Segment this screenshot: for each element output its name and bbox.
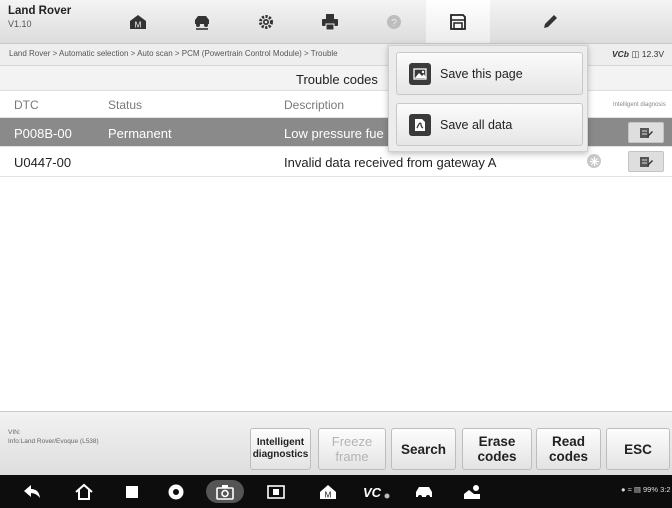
vehicle-info: VIN: Info:Land Rover/Evoque (L538): [8, 428, 99, 446]
column-header-description: Description: [284, 98, 345, 112]
search-button[interactable]: Search: [391, 428, 456, 470]
esc-button[interactable]: ESC: [606, 428, 670, 470]
table-empty-area: [0, 177, 672, 411]
print-icon: [322, 13, 338, 30]
save-this-page-label: Save this page: [440, 66, 523, 81]
back-button[interactable]: [18, 480, 46, 503]
column-header-dtc: DTC: [14, 98, 39, 112]
vci-icon: VC: [363, 485, 390, 500]
column-header-intelligent-diagnosis: Intelligent diagnosis: [613, 102, 666, 108]
top-toolbar: Land Rover V1.10 M ?: [0, 0, 672, 44]
home-icon: M: [130, 14, 146, 29]
dtc-status: Permanent: [108, 126, 172, 141]
help-button[interactable]: ?: [362, 0, 426, 43]
save-icon: [450, 13, 466, 30]
vehicle-info-text: Info:Land Rover/Evoque (L538): [8, 438, 99, 445]
vci-status: VCb ◫ 12.3V: [612, 49, 664, 60]
save-menu: Save this page Save all data: [388, 45, 588, 152]
browser-button[interactable]: [162, 480, 190, 503]
diagnosis-report-icon: [640, 127, 653, 138]
vehicle-swap-button[interactable]: [170, 0, 234, 43]
home-nav-button[interactable]: [70, 480, 98, 503]
save-this-page-button[interactable]: Save this page: [396, 52, 583, 95]
pdf-file-icon: [409, 113, 431, 136]
diagnostics-home-button[interactable]: M: [314, 480, 342, 503]
dtc-code: P008B-00: [14, 126, 72, 141]
system-status: ● ≈ ▤ 99% 3:2: [621, 485, 671, 494]
screen-mirror-icon: [267, 484, 285, 499]
app-name: Land Rover: [8, 5, 72, 17]
breadcrumb: Land Rover > Automatic selection > Auto …: [9, 49, 338, 58]
erase-codes-button[interactable]: Erase codes: [462, 428, 532, 470]
svg-text:M: M: [325, 490, 332, 499]
system-nav-bar: M VC ● ≈ ▤ 99% 3:2: [0, 475, 672, 508]
vin-label: VIN:: [8, 429, 21, 436]
settings-button[interactable]: [234, 0, 298, 43]
svg-text:VC: VC: [363, 485, 382, 500]
vehicle-button[interactable]: [410, 480, 438, 503]
intelligent-diagnosis-button[interactable]: [628, 122, 664, 143]
remote-expert-icon: [464, 484, 480, 499]
intelligent-diagnosis-button[interactable]: [628, 151, 664, 172]
image-icon: [409, 62, 431, 85]
app-brand: Land Rover V1.10: [8, 5, 98, 30]
dtc-description: Invalid data received from gateway A: [284, 155, 497, 170]
recent-apps-icon: [126, 485, 138, 498]
camera-icon: [216, 484, 234, 500]
browser-icon: [168, 484, 184, 499]
save-button[interactable]: [426, 0, 490, 43]
status-icons: ● ≈ ▤: [621, 485, 643, 494]
dtc-code: U0447-00: [14, 155, 72, 170]
column-header-status: Status: [108, 98, 143, 112]
m-home-icon: M: [320, 484, 336, 499]
settings-icon: [259, 14, 273, 29]
dtc-description: Low pressure fue: [284, 126, 384, 141]
vci-voltage: 12.3V: [641, 49, 664, 59]
help-icon: ?: [387, 14, 401, 29]
function-bar: VIN: Info:Land Rover/Evoque (L538) Intel…: [0, 411, 672, 475]
vehicle-swap-icon: [195, 15, 209, 30]
recent-apps-button[interactable]: [118, 480, 146, 503]
intelligent-diagnostics-button[interactable]: Intelligent diagnostics: [250, 428, 311, 470]
back-arrow-icon: [24, 484, 40, 498]
edit-icon: [544, 14, 557, 28]
vci-label: VCb: [612, 49, 629, 59]
diagnosis-report-icon: [640, 156, 653, 167]
freeze-frame-icon: [587, 154, 601, 168]
read-codes-button[interactable]: Read codes: [536, 428, 601, 470]
app-version: V1.10: [8, 19, 32, 29]
print-button[interactable]: [298, 0, 362, 43]
home-button[interactable]: M: [106, 0, 170, 43]
battery-icon: ◫: [631, 49, 640, 59]
freeze-frame-button[interactable]: Freeze frame: [318, 428, 386, 470]
edit-button[interactable]: [518, 0, 582, 43]
page-title: Trouble codes: [296, 72, 378, 87]
save-all-data-button[interactable]: Save all data: [396, 103, 583, 146]
save-all-data-label: Save all data: [440, 117, 513, 132]
battery-time: 99% 3:2: [642, 485, 671, 494]
car-icon: [416, 486, 432, 499]
house-icon: [75, 483, 93, 500]
svg-text:?: ?: [391, 18, 397, 29]
remote-expert-button[interactable]: [458, 480, 486, 503]
screenshot-button[interactable]: [206, 480, 244, 503]
vci-button[interactable]: VC: [358, 480, 394, 503]
svg-text:M: M: [135, 20, 142, 29]
screen-mirror-button[interactable]: [262, 480, 290, 503]
